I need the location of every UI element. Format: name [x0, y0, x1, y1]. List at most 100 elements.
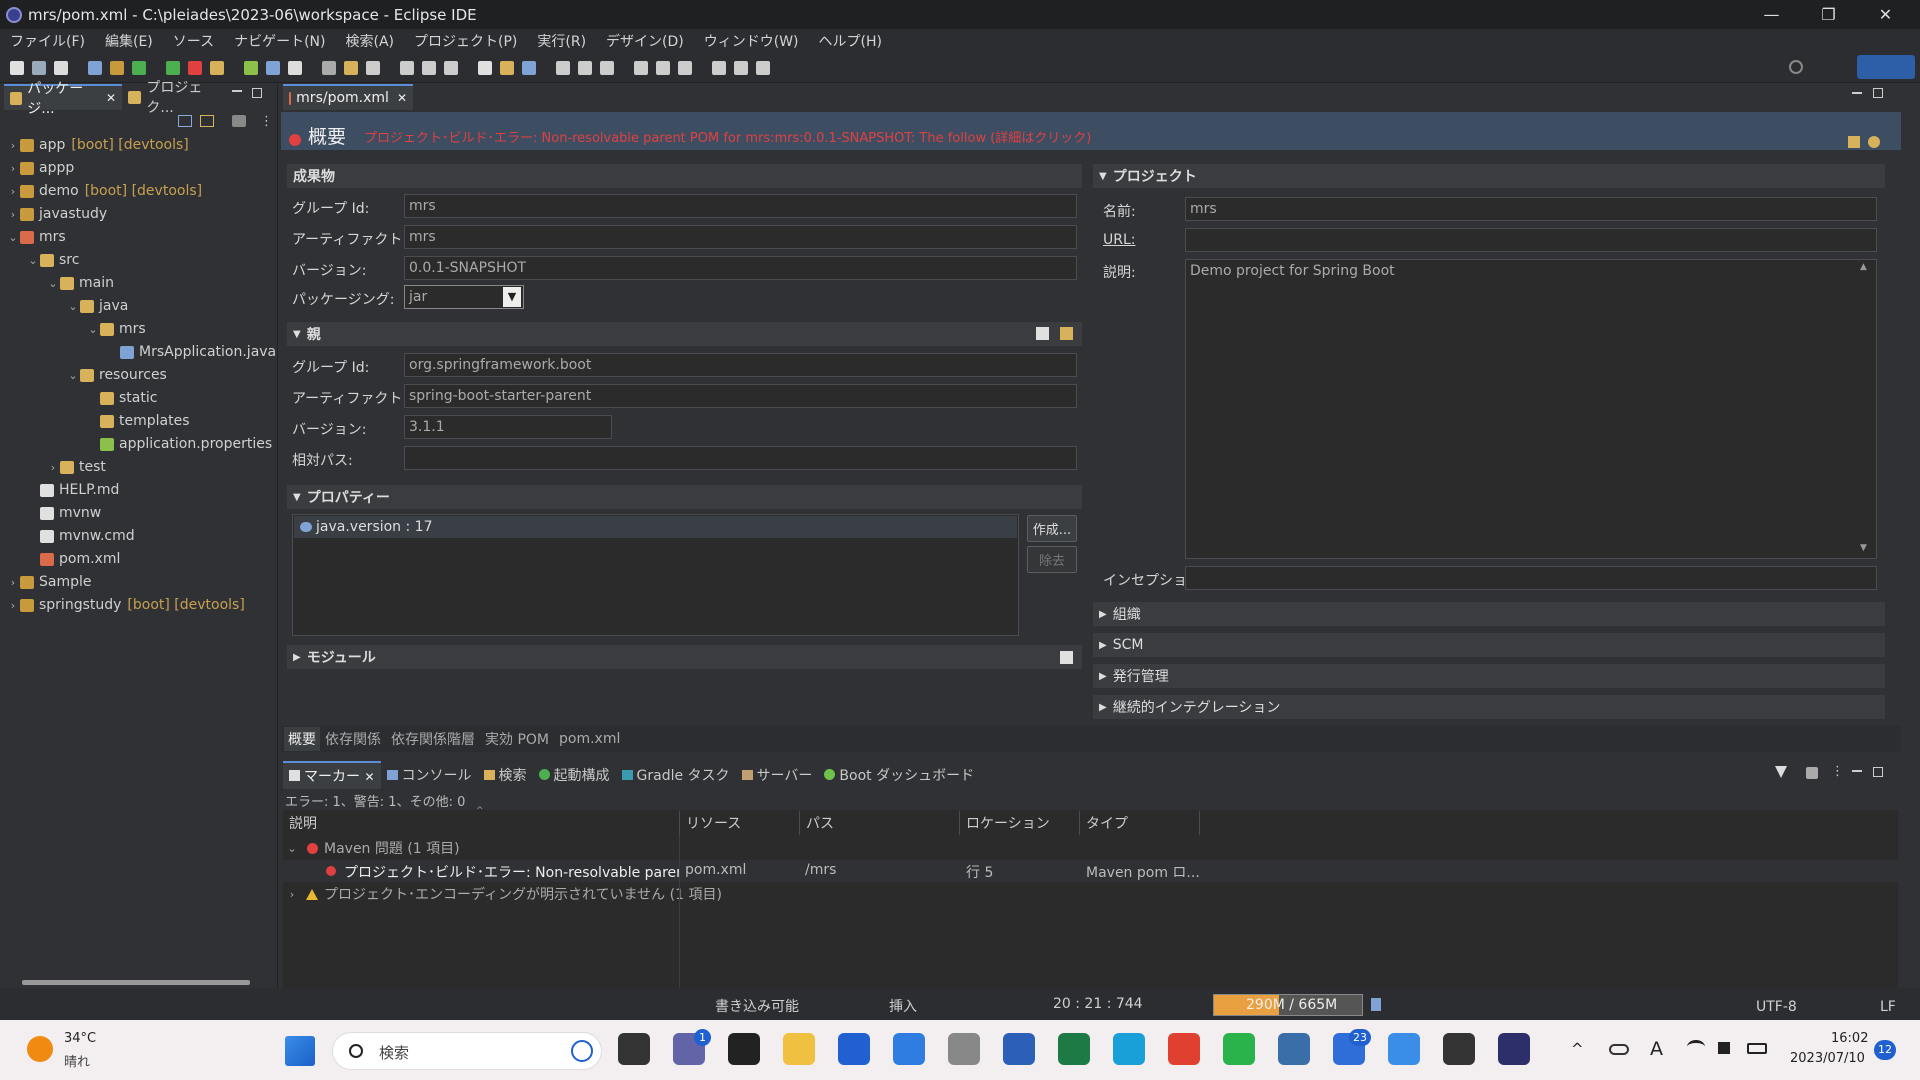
- scroll-up-icon[interactable]: ▲: [1860, 262, 1867, 272]
- parent-group-id-field[interactable]: org.springframework.boot: [404, 353, 1077, 377]
- expand-toggle-icon[interactable]: ⌄: [6, 231, 20, 244]
- line-icon[interactable]: [1223, 1033, 1255, 1065]
- store-icon[interactable]: [838, 1033, 870, 1065]
- add-module-icon[interactable]: [1060, 651, 1073, 664]
- table-row[interactable]: ⌄ Maven 問題 (1 項目): [283, 837, 459, 859]
- toolbar-button-icon[interactable]: [132, 61, 146, 75]
- toolbar-button-icon[interactable]: [88, 61, 102, 75]
- packaging-select[interactable]: jar ▼: [404, 285, 524, 309]
- tree-item[interactable]: › demo [boot] [devtools]: [6, 180, 202, 202]
- toolbar-button-icon[interactable]: [578, 61, 592, 75]
- tab-overview[interactable]: 概要: [284, 727, 320, 751]
- version-field[interactable]: 0.0.1-SNAPSHOT: [404, 256, 1077, 280]
- table-row[interactable]: プロジェクト･ビルド･エラー: Non-resolvable parent PO…: [283, 860, 1898, 882]
- column-type[interactable]: タイプ: [1080, 811, 1200, 835]
- toolbar-button-icon[interactable]: [734, 61, 748, 75]
- description-field[interactable]: Demo project for Spring Boot: [1185, 259, 1877, 559]
- menu-window[interactable]: ウィンドウ(W): [694, 31, 809, 51]
- tree-item[interactable]: static: [86, 387, 157, 409]
- toolbar-button-icon[interactable]: [678, 61, 692, 75]
- file-explorer-icon[interactable]: [783, 1033, 815, 1065]
- tab-markers[interactable]: マーカー ✕: [283, 761, 381, 789]
- task-view-icon[interactable]: [618, 1033, 650, 1065]
- expand-toggle-icon[interactable]: ›: [6, 208, 20, 221]
- filter-icon[interactable]: [232, 115, 246, 127]
- tree-item[interactable]: ⌄ src: [26, 249, 79, 271]
- menu-navigate[interactable]: ナビゲート(N): [224, 31, 335, 51]
- tab-dependencies[interactable]: 依存関係: [320, 727, 386, 751]
- menu-design[interactable]: デザイン(D): [596, 31, 694, 51]
- project-section-header[interactable]: ▼ プロジェクト: [1093, 164, 1885, 188]
- toolbar-button-icon[interactable]: [756, 61, 770, 75]
- expand-toggle-icon[interactable]: ⌄: [86, 323, 100, 336]
- menu-project[interactable]: プロジェクト(P): [404, 31, 527, 51]
- close-icon[interactable]: ✕: [397, 91, 407, 105]
- ci-section-header[interactable]: ▶ 継続的インテグレーション: [1093, 695, 1885, 719]
- expand-toggle-icon[interactable]: ⌄: [66, 300, 80, 313]
- tree-item[interactable]: › app [boot] [devtools]: [6, 134, 189, 156]
- expand-toggle-icon[interactable]: ⌄: [66, 369, 80, 382]
- collapse-all-icon[interactable]: [178, 115, 192, 127]
- issue-management-section-header[interactable]: ▶ 発行管理: [1093, 664, 1885, 688]
- tree-item[interactable]: HELP.md: [26, 479, 119, 501]
- toolbar-button-icon[interactable]: [344, 61, 358, 75]
- toolbar-button-icon[interactable]: [400, 61, 414, 75]
- taskbar-search-box[interactable]: 検索: [332, 1032, 602, 1070]
- onedrive-icon[interactable]: [1609, 1044, 1629, 1055]
- tree-item[interactable]: mvnw: [26, 502, 101, 524]
- terminal-icon[interactable]: [1443, 1033, 1475, 1065]
- ime-icon[interactable]: A: [1650, 1038, 1663, 1060]
- tree-item[interactable]: › test: [46, 456, 106, 478]
- view-menu-icon[interactable]: ⋮: [1831, 764, 1844, 779]
- parent-section-header[interactable]: ▼ 親: [287, 322, 1082, 346]
- tab-search[interactable]: 検索: [478, 762, 533, 788]
- expand-toggle-icon[interactable]: ›: [6, 576, 20, 589]
- eclipse-icon[interactable]: [1498, 1033, 1530, 1065]
- close-icon[interactable]: ✕: [364, 770, 374, 784]
- open-parent-icon[interactable]: [1060, 327, 1073, 340]
- menu-search[interactable]: 検索(A): [335, 31, 404, 51]
- toolbar-button-icon[interactable]: [634, 61, 648, 75]
- organization-section-header[interactable]: ▶ 組織: [1093, 602, 1885, 626]
- expand-toggle-icon[interactable]: ⌄: [26, 254, 40, 267]
- artifact-id-field[interactable]: mrs: [404, 225, 1077, 249]
- tree-item[interactable]: ⌄ mrs: [6, 226, 65, 248]
- toolbar-button-icon[interactable]: [266, 61, 280, 75]
- tree-horizontal-scrollbar[interactable]: [22, 980, 250, 985]
- app-icon[interactable]: [728, 1033, 760, 1065]
- tab-console[interactable]: コンソール: [381, 762, 478, 788]
- toolbar-button-icon[interactable]: [600, 61, 614, 75]
- tree-item[interactable]: › springstudy [boot] [devtools]: [6, 594, 245, 616]
- toolbar-button-icon[interactable]: [32, 61, 46, 75]
- tree-item[interactable]: MrsApplication.java: [106, 341, 276, 363]
- tab-gradle-tasks[interactable]: Gradle タスク: [616, 762, 736, 788]
- minimize-view-icon[interactable]: [1852, 770, 1862, 772]
- scm-section-header[interactable]: ▶ SCM: [1093, 633, 1885, 657]
- toolbar-button-icon[interactable]: [166, 61, 180, 75]
- expand-toggle-icon[interactable]: ›: [6, 162, 20, 175]
- remove-property-button[interactable]: 除去: [1027, 546, 1077, 573]
- menu-run[interactable]: 実行(R): [527, 31, 596, 51]
- minimize-view-icon[interactable]: [232, 90, 242, 92]
- toolbar-button-icon[interactable]: [110, 61, 124, 75]
- volume-icon[interactable]: [1718, 1042, 1730, 1054]
- tree-item[interactable]: › appp: [6, 157, 74, 179]
- url-field[interactable]: [1185, 228, 1877, 252]
- toolbar-button-icon[interactable]: [422, 61, 436, 75]
- mail-icon[interactable]: [893, 1033, 925, 1065]
- name-field[interactable]: mrs: [1185, 197, 1877, 221]
- toolbar-button-icon[interactable]: [444, 61, 458, 75]
- inception-field[interactable]: [1185, 566, 1877, 590]
- toolbar-button-icon[interactable]: [556, 61, 570, 75]
- menu-help[interactable]: ヘルプ(H): [809, 31, 892, 51]
- toolbar-button-icon[interactable]: [656, 61, 670, 75]
- line-ending-status[interactable]: LF: [1880, 999, 1896, 1015]
- notepad-icon[interactable]: [1388, 1033, 1420, 1065]
- menu-source[interactable]: ソース: [163, 31, 224, 51]
- minimize-editor-icon[interactable]: [1852, 92, 1862, 94]
- chrome-icon[interactable]: [1168, 1033, 1200, 1065]
- tab-boot-dashboard[interactable]: Boot ダッシュボード: [818, 762, 980, 788]
- column-path[interactable]: パス: [800, 811, 960, 835]
- tree-item[interactable]: ⌄ main: [46, 272, 114, 294]
- filter-icon[interactable]: [1775, 766, 1787, 778]
